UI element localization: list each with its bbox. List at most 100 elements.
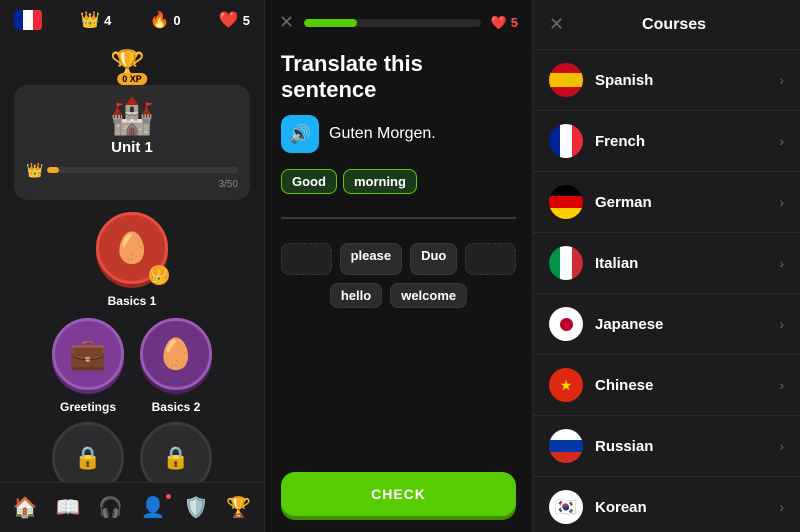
course-item-italian[interactable]: Italian ›: [533, 233, 800, 294]
basics2-icon: 🥚: [157, 337, 194, 372]
course-name-chinese: Chinese: [595, 377, 779, 394]
hearts-stat: ❤️ 5: [219, 10, 250, 30]
chevron-italian-icon: ›: [779, 255, 784, 271]
unit-card: 🏰 Unit 1 👑 3/50: [14, 85, 250, 200]
answer-row-2: hello welcome: [281, 283, 516, 308]
course-name-italian: Italian: [595, 255, 779, 272]
fire-icon: 🔥: [150, 10, 170, 30]
basics2-label: Basics 2: [152, 400, 201, 414]
unit-progress-bar: [47, 167, 238, 173]
chevron-korean-icon: ›: [779, 499, 784, 515]
course-item-japanese[interactable]: Japanese ›: [533, 294, 800, 355]
course-item-german[interactable]: German ›: [533, 172, 800, 233]
fire-stat: 🔥 0: [150, 10, 181, 30]
chevron-japanese-icon: ›: [779, 316, 784, 332]
crowns-stat: 👑 4: [80, 10, 111, 30]
unit-castle-icon: 🏰: [110, 95, 155, 137]
lesson-item-basics1[interactable]: 🥚 👑 Basics 1: [96, 212, 168, 308]
nav-profile[interactable]: 👤: [133, 491, 174, 524]
course-name-japanese: Japanese: [595, 316, 779, 333]
translate-progress-bar: [304, 19, 480, 27]
lesson-item-basics2[interactable]: 🥚 Basics 2: [140, 318, 212, 414]
course-name-german: German: [595, 194, 779, 211]
selected-word-morning[interactable]: morning: [343, 169, 417, 194]
nav-shield[interactable]: 🛡️: [176, 491, 217, 524]
locked2-circle: 🔒: [140, 422, 212, 482]
word-chip-empty-1[interactable]: [281, 243, 332, 275]
greetings-icon: 💼: [69, 337, 106, 372]
locked1-circle: 🔒: [52, 422, 124, 482]
basics2-circle[interactable]: 🥚: [140, 318, 212, 390]
course-item-french[interactable]: French ›: [533, 111, 800, 172]
basics1-crown: 👑: [149, 265, 169, 285]
lesson-item-locked1: 🔒: [52, 422, 124, 482]
xp-badge: 0 XP: [117, 73, 147, 85]
phrase-text: Guten Morgen.: [329, 125, 436, 143]
courses-panel: ✕ Courses Spanish › French › German ›: [533, 0, 800, 532]
course-name-russian: Russian: [595, 438, 779, 455]
chevron-russian-icon: ›: [779, 438, 784, 454]
chevron-chinese-icon: ›: [779, 377, 784, 393]
word-chip-empty-2[interactable]: [465, 243, 516, 275]
flag-korean: 🇰🇷: [549, 490, 583, 524]
courses-list: Spanish › French › German › Italian ›: [533, 50, 800, 532]
basics1-label: Basics 1: [108, 294, 157, 308]
translate-progress-fill: [304, 19, 357, 27]
lessons-row: 💼 Greetings 🥚 Basics 2: [52, 318, 212, 414]
available-words-area: please Duo hello welcome: [265, 235, 532, 464]
course-item-spanish[interactable]: Spanish ›: [533, 50, 800, 111]
flag-german: [549, 185, 583, 219]
translate-panel: ✕ ❤️ 5 Translate this sentence 🔊 Guten M…: [265, 0, 533, 532]
locked1-icon: 🔒: [74, 445, 101, 471]
nav-notification-dot: [165, 493, 172, 500]
flag-japanese: [549, 307, 583, 341]
selected-word-good[interactable]: Good: [281, 169, 337, 194]
word-chip-welcome[interactable]: welcome: [390, 283, 467, 308]
chevron-french-icon: ›: [779, 133, 784, 149]
courses-header: ✕ Courses: [533, 0, 800, 50]
translate-title: Translate this sentence: [265, 41, 532, 115]
language-flag-icon[interactable]: [14, 10, 42, 30]
translate-close-button[interactable]: ✕: [279, 12, 294, 33]
course-item-russian[interactable]: Russian ›: [533, 416, 800, 477]
word-chip-hello[interactable]: hello: [330, 283, 382, 308]
course-name-french: French: [595, 133, 779, 150]
nav-trophy[interactable]: 🏆: [218, 491, 259, 524]
translate-top-bar: ✕ ❤️ 5: [265, 0, 532, 41]
flag-russian: [549, 429, 583, 463]
nav-home[interactable]: 🏠: [5, 491, 46, 524]
greetings-circle[interactable]: 💼: [52, 318, 124, 390]
chevron-spanish-icon: ›: [779, 72, 784, 88]
unit-crown-icon: 👑: [26, 162, 43, 179]
selected-words-area: Good morning: [281, 169, 516, 219]
flag-spanish: [549, 63, 583, 97]
translate-hearts: ❤️ 5: [491, 15, 518, 31]
home-scroll-area: 🏆 0 XP 🏰 Unit 1 👑 3/50 🥚 👑 Basics 1: [0, 40, 264, 482]
locked-row: 🔒 🔒: [52, 422, 212, 482]
course-name-spanish: Spanish: [595, 72, 779, 89]
check-button[interactable]: CHECK: [281, 472, 516, 516]
course-item-korean[interactable]: 🇰🇷 Korean ›: [533, 477, 800, 532]
crown-icon: 👑: [80, 10, 100, 30]
unit-progress-row: 👑: [26, 162, 238, 179]
top-bar: 👑 4 🔥 0 ❤️ 5: [0, 0, 264, 40]
unit-progress-fill: [47, 167, 58, 173]
chevron-german-icon: ›: [779, 194, 784, 210]
course-item-chinese[interactable]: ★ Chinese ›: [533, 355, 800, 416]
lesson-item-greetings[interactable]: 💼 Greetings: [52, 318, 124, 414]
greetings-label: Greetings: [60, 400, 116, 414]
course-name-korean: Korean: [595, 499, 779, 516]
basics1-circle[interactable]: 🥚 👑: [96, 212, 168, 284]
word-chip-please[interactable]: please: [340, 243, 402, 275]
courses-close-button[interactable]: ✕: [549, 14, 564, 35]
nav-headphones[interactable]: 🎧: [90, 491, 131, 524]
locked2-icon: 🔒: [162, 445, 189, 471]
lesson-item-locked2: 🔒: [140, 422, 212, 482]
audio-play-button[interactable]: 🔊: [281, 115, 319, 153]
translate-heart-icon: ❤️: [491, 15, 507, 31]
nav-book[interactable]: 📖: [48, 491, 89, 524]
courses-title: Courses: [564, 16, 784, 34]
basics1-icon: 🥚: [113, 231, 150, 266]
flag-french: [549, 124, 583, 158]
word-chip-duo[interactable]: Duo: [410, 243, 457, 275]
